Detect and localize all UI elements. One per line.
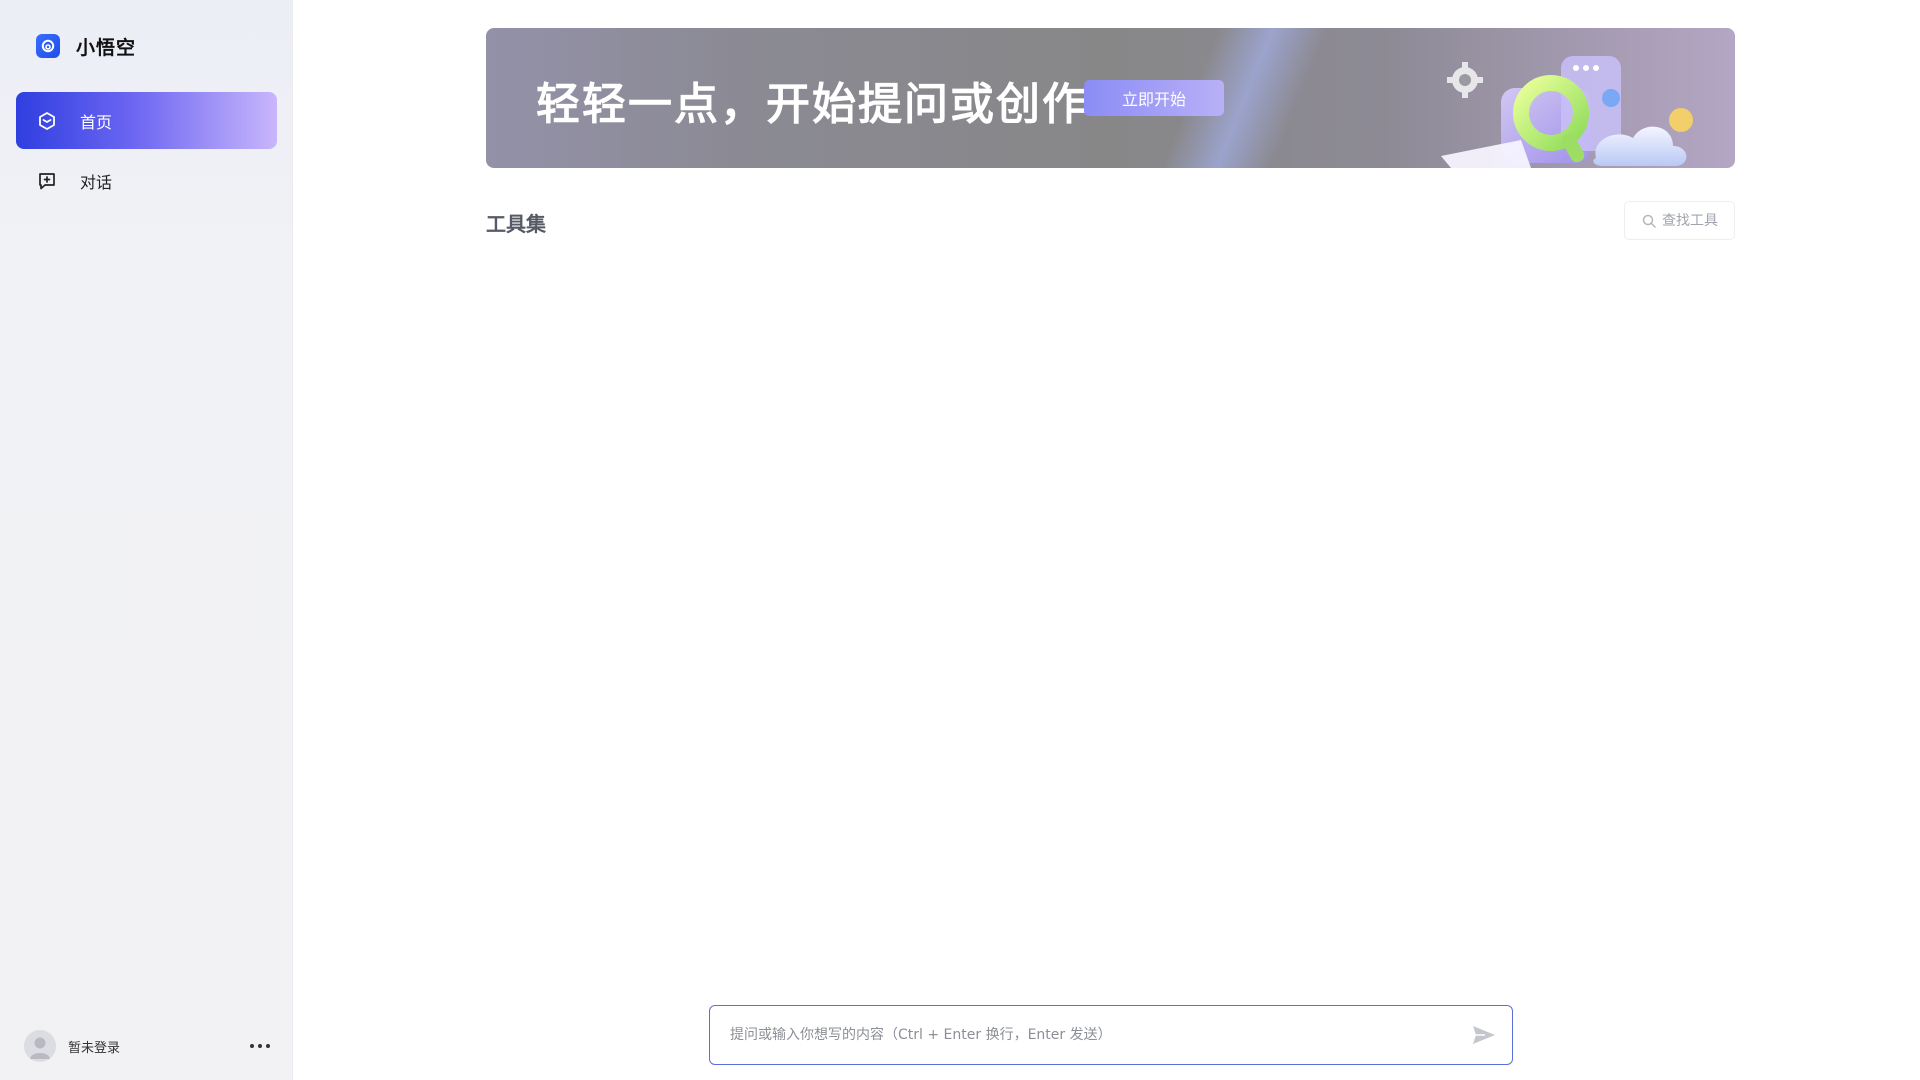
start-button[interactable]: 立即开始 [1084,80,1224,116]
sidebar-item-home[interactable]: 首页 [16,92,277,149]
home-cube-icon [36,110,58,132]
hero-banner[interactable]: 轻轻一点，开始提问或创作 立即开始 [486,28,1735,168]
send-icon[interactable] [1456,1006,1512,1064]
sidebar-item-label: 首页 [80,112,113,132]
tool-search-input[interactable] [1662,212,1732,229]
sidebar-item-label: 对话 [80,172,113,192]
sidebar-item-chat[interactable]: 对话 [16,152,277,209]
more-dots-icon[interactable] [248,1034,272,1058]
user-bar: 暂未登录 [24,1029,272,1063]
search-icon [1641,213,1656,228]
sidebar: 小悟空 首页 对话 暂未登录 [0,0,293,1080]
tools-section-title: 工具集 [486,212,546,236]
app-root: 小悟空 首页 对话 暂未登录 轻轻一点，开始提问或创作 立即开始 工具集 查找工… [0,0,1920,1080]
tool-search[interactable] [1624,201,1735,240]
banner-title: 轻轻一点，开始提问或创作 [536,79,1088,130]
banner-illustration [1411,28,1711,168]
prompt-input[interactable] [710,1006,1456,1064]
app-logo-icon [36,34,60,58]
user-status-label[interactable]: 暂未登录 [68,1037,120,1056]
prompt-composer [709,1005,1513,1065]
app-name: 小悟空 [76,36,137,59]
chat-plus-icon [36,170,58,192]
brand[interactable]: 小悟空 [36,33,136,59]
user-avatar-icon[interactable] [24,1030,56,1062]
